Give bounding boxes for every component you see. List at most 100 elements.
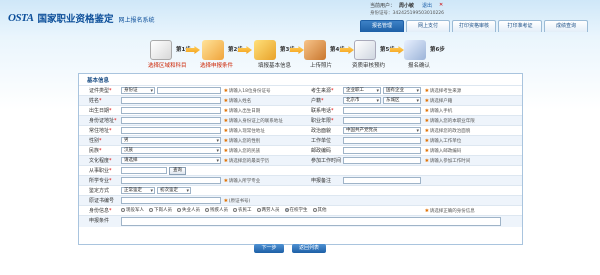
postcode-input[interactable] xyxy=(343,147,421,154)
field-hint: 请输入您的性别 xyxy=(224,138,261,144)
field-label: 文化程度* xyxy=(89,158,112,164)
assessment-mode-select[interactable]: 正常鉴定 xyxy=(121,187,155,194)
step-number: 第6步 xyxy=(430,47,445,53)
field-hint: 请输入18位身份证号 xyxy=(224,88,271,94)
identity-option[interactable]: 下岗人员 xyxy=(149,207,172,213)
work-years-input[interactable] xyxy=(343,117,421,124)
radio-icon xyxy=(121,208,125,212)
field-label: 申报备注 xyxy=(311,178,332,184)
field-label: 身份信息* xyxy=(89,208,112,214)
field-hint: 请选择户籍 xyxy=(425,98,453,104)
field-label: 原证书编号 xyxy=(89,198,115,204)
field-hint: 请选择考生来源 xyxy=(425,88,462,94)
field-label: 邮政编码 xyxy=(311,148,332,154)
ethnicity-select[interactable]: 汉族 xyxy=(121,147,221,154)
form-row: 从事职业* 查询 xyxy=(79,165,522,175)
district-select[interactable]: 东城区 xyxy=(383,97,421,104)
field-hint: 请输入身份证上的联系地址 xyxy=(224,118,283,124)
field-label: 出生日期* xyxy=(89,108,112,114)
step-label: 报名确认 xyxy=(408,63,431,69)
form-row: 性别* 男 请输入您的性别 工作单位 请输入工作单位 xyxy=(79,135,522,145)
id-number-input[interactable] xyxy=(157,87,221,94)
source-select[interactable]: 企业职工 xyxy=(343,87,381,94)
back-to-list-button[interactable]: 返回列表 xyxy=(292,244,326,253)
field-hint: 请输入工作单位 xyxy=(425,138,462,144)
education-select[interactable]: 请选择 xyxy=(121,157,221,164)
political-status-select[interactable]: 中国共产党党员 xyxy=(343,127,421,134)
radio-icon xyxy=(205,208,209,212)
birthdate-input[interactable] xyxy=(121,107,221,114)
field-hint: 请选择您的最高学历 xyxy=(224,158,270,164)
radio-icon xyxy=(233,208,237,212)
identity-option[interactable]: 在校学生 xyxy=(284,207,308,213)
phone-input[interactable] xyxy=(343,107,421,114)
identity-option[interactable]: 两劳人员 xyxy=(256,207,280,213)
form-legend: 基本信息 xyxy=(87,78,110,84)
field-label: 民族* xyxy=(89,148,102,154)
condition-textarea[interactable] xyxy=(121,217,501,226)
tab-online-payment[interactable]: 网上支付 xyxy=(406,20,450,32)
identity-option[interactable]: 其他 xyxy=(312,207,327,213)
form-row: 姓名* 请输入姓名 户籍* 北京市 东城区 请选择户籍 xyxy=(79,95,522,105)
employer-input[interactable] xyxy=(343,137,421,144)
field-label: 参加工作时间 xyxy=(311,158,342,164)
checklist-icon xyxy=(202,40,224,60)
tab-print-review[interactable]: 打印资格审核 xyxy=(452,20,496,32)
identity-option[interactable]: 残疾人员 xyxy=(205,207,228,213)
field-label: 性别* xyxy=(89,138,102,144)
assessment-type-select[interactable]: 初次鉴定 xyxy=(157,187,191,194)
form-row: 原证书编号 (原证书号) xyxy=(79,195,522,205)
close-icon[interactable]: ✕ xyxy=(439,2,443,9)
work-start-input[interactable] xyxy=(343,157,421,164)
identity-radio-group: 现役军人 下岗人员 失业人员 残疾人员 农民工 两劳人员 在校学生 其他 xyxy=(121,207,327,213)
field-label: 政治面貌 xyxy=(311,128,332,134)
form-row: 申报条件 xyxy=(79,215,522,227)
calendar-icon xyxy=(354,40,376,60)
step-progress: 第1步 选择区域和科目 第2步 选择申报条件 第3步 填报基本信息 第4步 上传… xyxy=(0,36,600,72)
field-label: 常住地址* xyxy=(89,128,112,134)
form-row: 鉴定方式 正常鉴定 初次鉴定 xyxy=(79,185,522,195)
osta-logo-mark: OSTA xyxy=(8,12,34,24)
form-row: 身份信息* 现役军人 下岗人员 失业人员 残疾人员 农民工 两劳人员 在校学生 … xyxy=(79,205,522,215)
gender-select[interactable]: 男 xyxy=(121,137,221,144)
field-hint: (原证书号) xyxy=(224,198,251,204)
identity-option[interactable]: 农民工 xyxy=(233,207,252,213)
field-label: 联系电话* xyxy=(311,108,334,114)
user-bar: 当前用户： 周小敏 退出 ✕ xyxy=(370,2,443,9)
remark-input[interactable] xyxy=(343,177,421,184)
occupation-search-button[interactable]: 查询 xyxy=(169,166,186,175)
form-row: 身份证地址* 请输入身份证上的联系地址 职业年限* 请输入您的本职业年限 xyxy=(79,115,522,125)
tab-print-admission[interactable]: 打印准考证 xyxy=(498,20,542,32)
page: { "header": { "logo_mark": "OSTA", "logo… xyxy=(0,0,600,275)
name-input[interactable] xyxy=(121,97,221,104)
tab-registration[interactable]: 报名管理 xyxy=(360,20,404,32)
identity-option[interactable]: 失业人员 xyxy=(177,207,200,213)
step-label: 填报基本信息 xyxy=(258,63,292,69)
logo-subtitle: 网上报名系统 xyxy=(118,16,155,24)
id-type-select[interactable]: 身份证 xyxy=(121,87,155,94)
logout-link[interactable]: 退出 xyxy=(422,2,432,9)
identity-option[interactable]: 现役军人 xyxy=(121,207,144,213)
basic-info-form: 基本信息 证件类型* 身份证 请输入18位身份证号 考生来源* 企业职工 国有企… xyxy=(78,73,523,245)
occupation-input[interactable] xyxy=(121,167,167,174)
source-subtype-select[interactable]: 国有企业 xyxy=(383,87,421,94)
form-row: 所学专业* 请输入所学专业 申报备注 xyxy=(79,175,522,185)
field-hint: 请输入您的本职业年限 xyxy=(425,118,475,124)
form-row: 常住地址* 请输入现常住地址 政治面貌 中国共产党党员 请选择您的政治面貌 xyxy=(79,125,522,135)
field-label: 姓名* xyxy=(89,98,102,104)
field-label: 从事职业* xyxy=(89,168,112,174)
step-label: 选择区域和科目 xyxy=(148,63,187,69)
form-row: 出生日期* 请输入出生日期 联系电话* 请输入手机 xyxy=(79,105,522,115)
logo: OSTA 国家职业资格鉴定 网上报名系统 xyxy=(8,11,155,25)
field-label: 证件类型* xyxy=(89,88,112,94)
field-label: 身份证地址* xyxy=(89,118,117,124)
user-name: 周小敏 xyxy=(399,3,415,9)
tab-score-query[interactable]: 成绩查询 xyxy=(544,20,588,32)
major-input[interactable] xyxy=(121,177,221,184)
province-select[interactable]: 北京市 xyxy=(343,97,381,104)
residence-address-input[interactable] xyxy=(121,127,221,134)
next-step-button[interactable]: 下一步 xyxy=(254,244,284,253)
id-address-input[interactable] xyxy=(121,117,221,124)
original-cert-input[interactable] xyxy=(121,197,221,204)
photo-icon xyxy=(304,40,326,60)
